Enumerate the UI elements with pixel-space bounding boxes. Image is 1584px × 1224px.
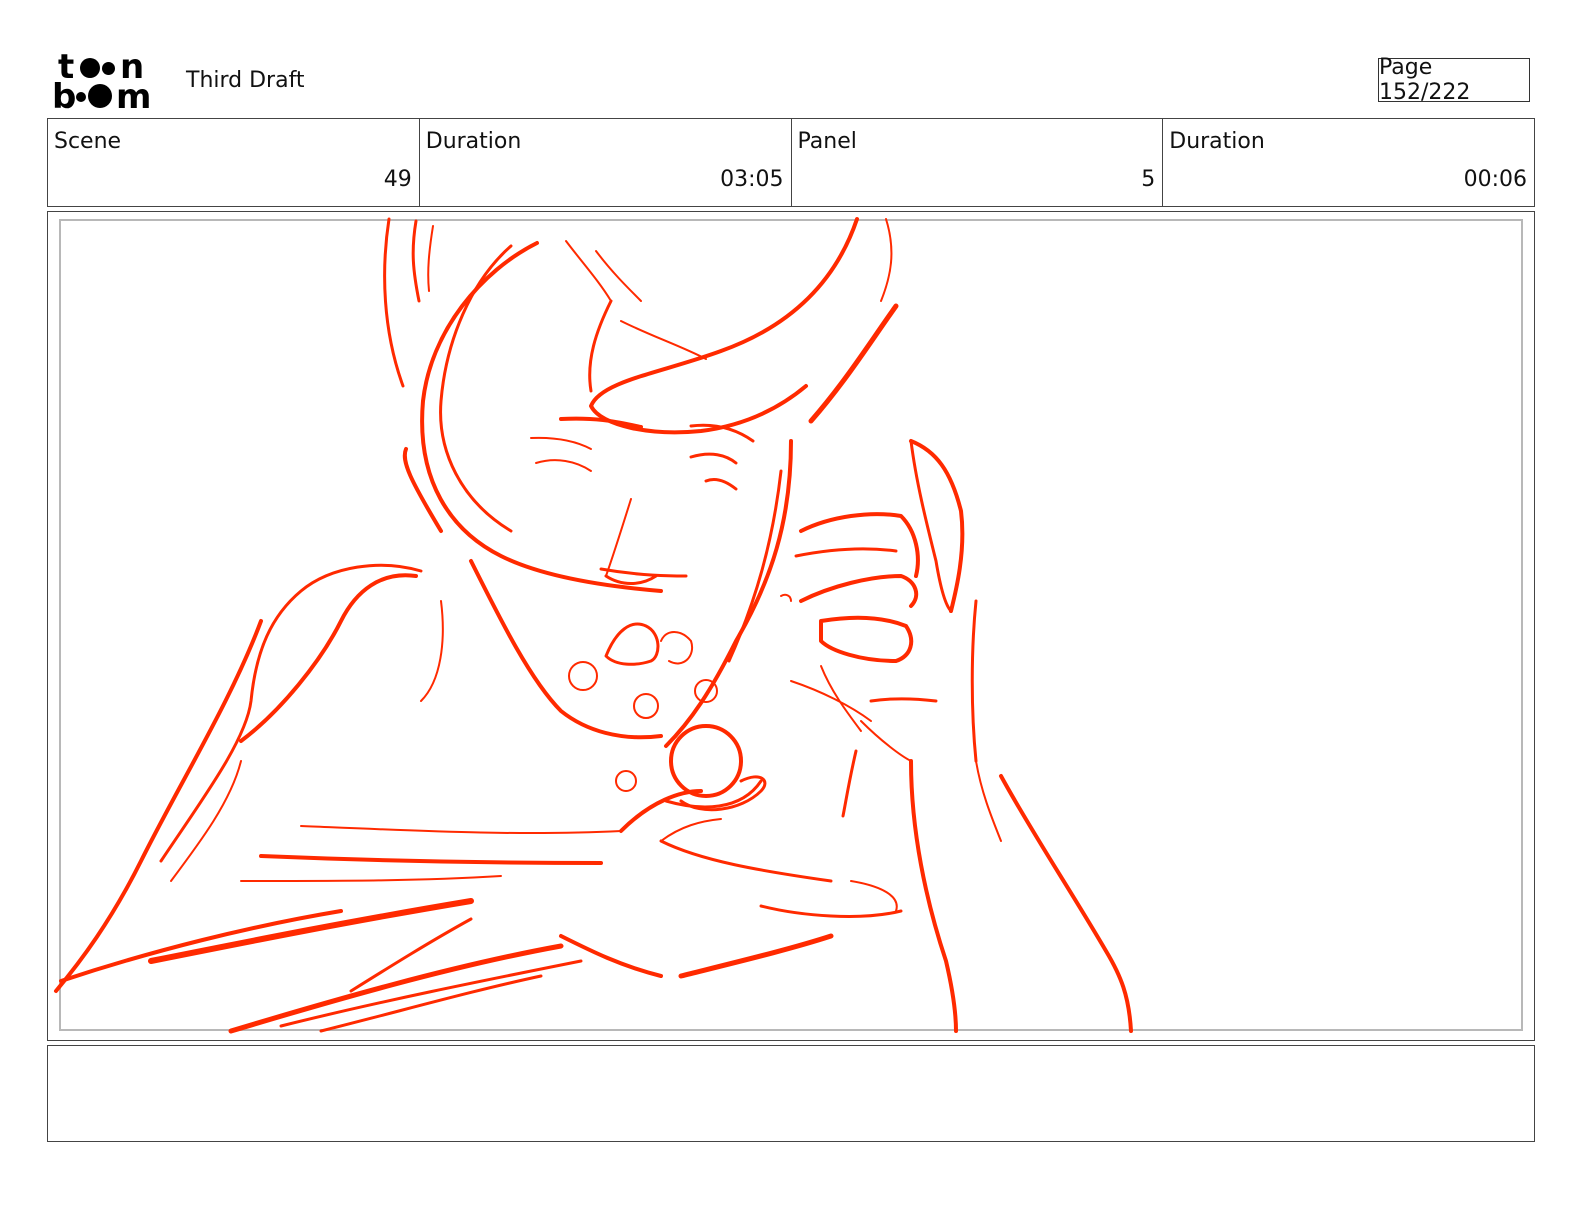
panel-cell: Panel 5 [792, 119, 1164, 206]
panel-duration-value: 00:06 [1463, 167, 1527, 192]
scene-duration-cell: Duration 03:05 [420, 119, 792, 206]
scene-cell: Scene 49 [48, 119, 420, 206]
document-title: Third Draft [186, 68, 305, 93]
scene-duration-label: Duration [425, 129, 522, 154]
panel-duration-cell: Duration 00:06 [1163, 119, 1534, 206]
storyboard-panel [47, 211, 1535, 1041]
panel-notes-box [47, 1045, 1535, 1142]
panel-sketch [54, 217, 1133, 1034]
scene-value: 49 [383, 167, 412, 192]
panel-duration-label: Duration [1169, 129, 1265, 154]
toon-boom-logo: t n b m [52, 47, 151, 117]
scene-info-table: Scene 49 Duration 03:05 Panel 5 Duration… [47, 118, 1535, 207]
panel-value: 5 [1141, 167, 1156, 192]
panel-label: Panel [797, 129, 857, 154]
page-number: Page 152/222 [1378, 55, 1530, 105]
scene-label: Scene [54, 129, 122, 154]
scene-duration-value: 03:05 [720, 167, 784, 192]
